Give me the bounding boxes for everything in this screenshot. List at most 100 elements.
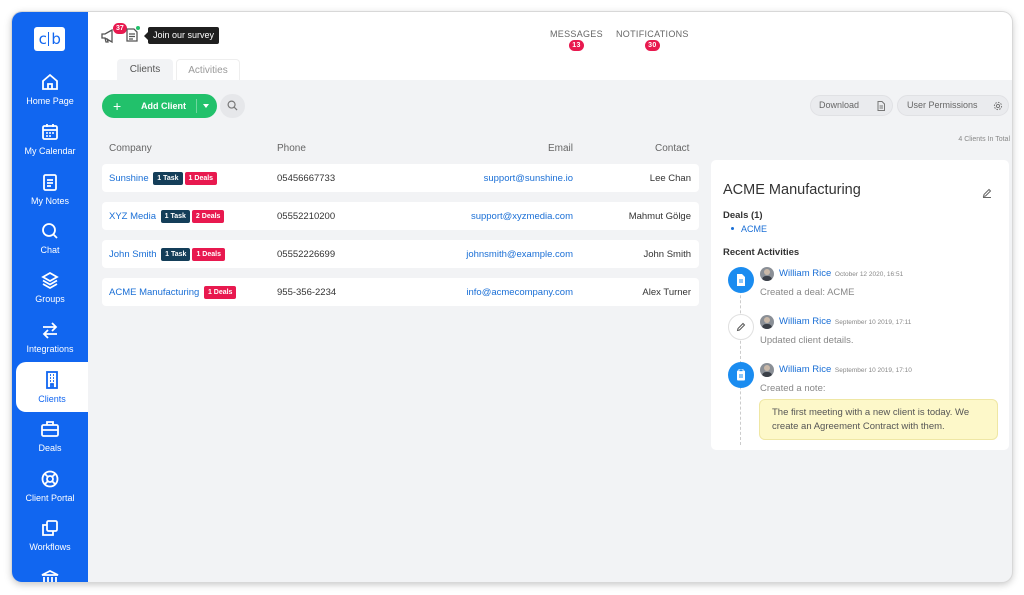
lifebuoy-icon	[41, 470, 59, 488]
company-link[interactable]: Sunshine	[109, 173, 149, 184]
sidebar-item-label: Clients	[38, 394, 66, 404]
email-link[interactable]: support@xyzmedia.com	[471, 211, 573, 222]
activity-marker	[728, 362, 754, 388]
email-link[interactable]: support@sunshine.io	[484, 173, 573, 184]
avatar	[760, 315, 774, 329]
user-permissions-button[interactable]: User Permissions	[897, 95, 1009, 116]
messages-menu[interactable]: MESSAGES 13	[550, 29, 603, 51]
recent-activities-heading: Recent Activities	[723, 247, 800, 258]
activity-user-name[interactable]: William Rice	[779, 316, 831, 327]
company-link[interactable]: ACME Manufacturing	[109, 287, 199, 298]
sidebar-item-chat[interactable]: Chat	[12, 221, 88, 270]
sidebar-item-label: My Notes	[30, 196, 69, 206]
email-link[interactable]: info@acmecompany.com	[466, 287, 573, 298]
sidebar-item-home[interactable]: Home Page	[12, 72, 88, 121]
task-badge: 1 Task	[161, 248, 191, 261]
bullet	[731, 227, 734, 230]
tab-clients[interactable]: Clients	[117, 59, 173, 80]
notes-icon	[43, 174, 57, 191]
company-link[interactable]: John Smith	[109, 249, 157, 260]
column-header-email[interactable]: Email	[548, 143, 573, 154]
column-header-phone[interactable]: Phone	[277, 143, 306, 154]
activity-user-link[interactable]: William Rice September 10 2019, 17:11	[779, 316, 911, 327]
bank-icon	[41, 569, 59, 582]
deal-link[interactable]: ACME	[741, 224, 767, 234]
activity-description: Created a deal: ACME	[760, 287, 855, 298]
activity-user-link[interactable]: William Rice September 10 2019, 17:10	[779, 364, 912, 375]
tab-activities[interactable]: Activities	[176, 59, 240, 80]
pencil-icon	[736, 322, 746, 332]
contact-cell: Alex Turner	[642, 287, 691, 298]
search-icon	[227, 100, 238, 111]
download-button[interactable]: Download	[810, 95, 893, 116]
task-badge: 1 Task	[153, 172, 183, 185]
clients-total-count: 4 Clients In Total	[958, 136, 1010, 143]
sidebar-item-label: Groups	[35, 294, 65, 304]
sidebar-item-groups[interactable]: Groups	[12, 270, 88, 319]
sidebar-item-clients[interactable]: Clients	[16, 362, 88, 412]
sidebar-item-client-portal[interactable]: Client Portal	[12, 469, 88, 518]
app-logo[interactable]: cb	[34, 27, 65, 51]
pencil-icon[interactable]	[982, 188, 992, 198]
messages-count-badge: 13	[568, 40, 584, 51]
phone-cell: 05552226699	[277, 249, 336, 260]
activity-user-name[interactable]: William Rice	[779, 268, 831, 279]
notifications-menu[interactable]: NOTIFICATIONS 30	[616, 29, 689, 51]
avatar	[760, 363, 774, 377]
company-link[interactable]: XYZ Media	[109, 211, 156, 222]
column-header-contact[interactable]: Contact	[655, 143, 689, 154]
table-row[interactable]: Sunshine 1 Task 1 Deals 05456667733 suppo…	[102, 164, 699, 192]
activity-user-link[interactable]: William Rice October 12 2020, 16:51	[779, 268, 903, 279]
building-icon	[46, 371, 58, 389]
sidebar-item-notes[interactable]: My Notes	[12, 172, 88, 221]
sidebar-item-calendar[interactable]: My Calendar	[12, 122, 88, 171]
contact-cell: Lee Chan	[649, 173, 691, 184]
chevron-down-icon[interactable]	[203, 104, 209, 108]
search-button[interactable]	[220, 94, 245, 118]
table-row[interactable]: ACME Manufacturing 1 Deals 955-356-2234 …	[102, 278, 699, 306]
phone-cell: 05456667733	[277, 173, 336, 184]
table-row[interactable]: John Smith 1 Task 1 Deals 05552226699 joh…	[102, 240, 699, 268]
sidebar-item-label: My Calendar	[24, 146, 76, 156]
app-window: cb Home Page My Calendar My Notes Chat G…	[12, 12, 1012, 582]
plus-icon: +	[113, 98, 122, 114]
sidebar-item-deals[interactable]: Deals	[12, 419, 88, 468]
survey-dot	[136, 26, 140, 30]
avatar	[760, 267, 774, 281]
sidebar-item-label: Integrations	[26, 344, 74, 354]
add-client-label: Add Client	[141, 101, 186, 111]
layers-icon	[41, 271, 59, 290]
activity-date: October 12 2020, 16:51	[834, 271, 904, 278]
add-client-button[interactable]: + Add Client	[102, 94, 217, 118]
chat-icon	[42, 223, 58, 239]
user-permissions-label: User Permissions	[907, 100, 978, 110]
activity-description: Updated client details.	[760, 335, 854, 346]
note-box: The first meeting with a new client is t…	[759, 399, 998, 440]
sidebar-item-workflows[interactable]: Workflows	[12, 518, 88, 567]
sidebar: cb Home Page My Calendar My Notes Chat G…	[12, 12, 88, 582]
phone-cell: 955-356-2234	[277, 287, 337, 298]
notifications-count-badge: 30	[644, 40, 660, 51]
column-header-company[interactable]: Company	[109, 143, 152, 154]
briefcase-icon	[41, 421, 59, 437]
top-bar: 37 Join our survey MESSAGES 13 NOTIFICAT…	[88, 12, 1012, 80]
table-row[interactable]: XYZ Media 1 Task 2 Deals 05552210200 supp…	[102, 202, 699, 230]
gear-icon	[993, 101, 1003, 111]
sidebar-item-label: Client Portal	[25, 493, 75, 503]
deal-badge: 1 Deals	[203, 286, 237, 299]
contact-cell: John Smith	[643, 249, 691, 260]
sidebar-item-label: Workflows	[29, 542, 71, 552]
activity-user-name[interactable]: William Rice	[779, 364, 831, 375]
download-label: Download	[819, 100, 860, 110]
sidebar-item-more[interactable]	[12, 568, 88, 582]
sidebar-item-label: Deals	[38, 443, 62, 453]
email-link[interactable]: johnsmith@example.com	[466, 249, 573, 260]
deals-heading: Deals (1)	[723, 210, 763, 221]
notifications-label: NOTIFICATIONS	[616, 29, 689, 39]
clipboard-icon	[737, 369, 745, 381]
phone-cell: 05552210200	[277, 211, 336, 222]
client-detail-panel: ACME Manufacturing Deals (1) ACME Recent…	[711, 160, 1009, 450]
home-icon	[42, 73, 58, 90]
activity-date: September 10 2019, 17:10	[834, 367, 912, 374]
contact-cell: Mahmut Gölge	[628, 211, 691, 222]
